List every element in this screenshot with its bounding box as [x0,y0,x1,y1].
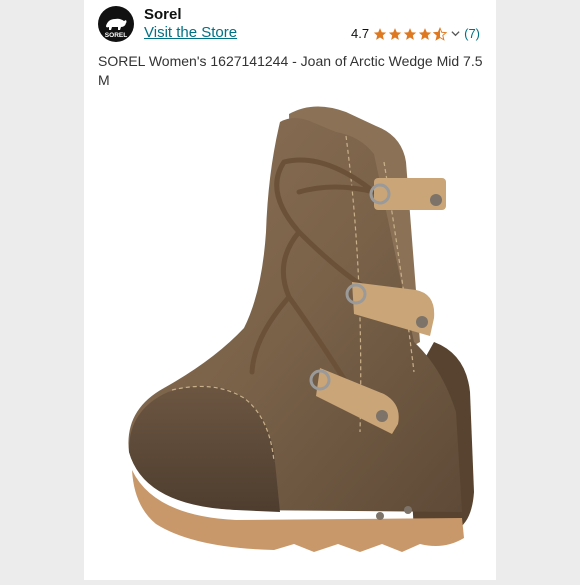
rivet [404,506,412,514]
brand-logo[interactable]: SOREL [98,6,134,42]
product-card: SOREL Sorel Visit the Store 4.7 (7) SORE… [84,0,496,580]
polar-bear-icon: SOREL [105,18,127,39]
star-icon [388,27,402,40]
wedge-boot-illustration [128,106,474,552]
logo-text: SOREL [105,32,127,39]
rivet [376,512,384,520]
star-icon [373,27,387,40]
star-rating [373,26,448,41]
product-image [84,92,496,580]
product-header: SOREL Sorel Visit the Store 4.7 (7) SORE… [84,0,496,90]
chevron-down-icon [451,31,460,37]
star-half-icon [433,26,448,41]
rating-value: 4.7 [351,26,370,41]
star-icon [403,27,417,40]
rating-count[interactable]: (7) [464,26,480,41]
visit-store-link[interactable]: Visit the Store [144,24,237,41]
product-title: SOREL Women's 1627141244 - Joan of Arcti… [98,53,483,88]
brand-name: Sorel [144,6,182,23]
rating-summary[interactable]: 4.7 (7) [351,26,480,41]
star-icon [418,27,432,40]
